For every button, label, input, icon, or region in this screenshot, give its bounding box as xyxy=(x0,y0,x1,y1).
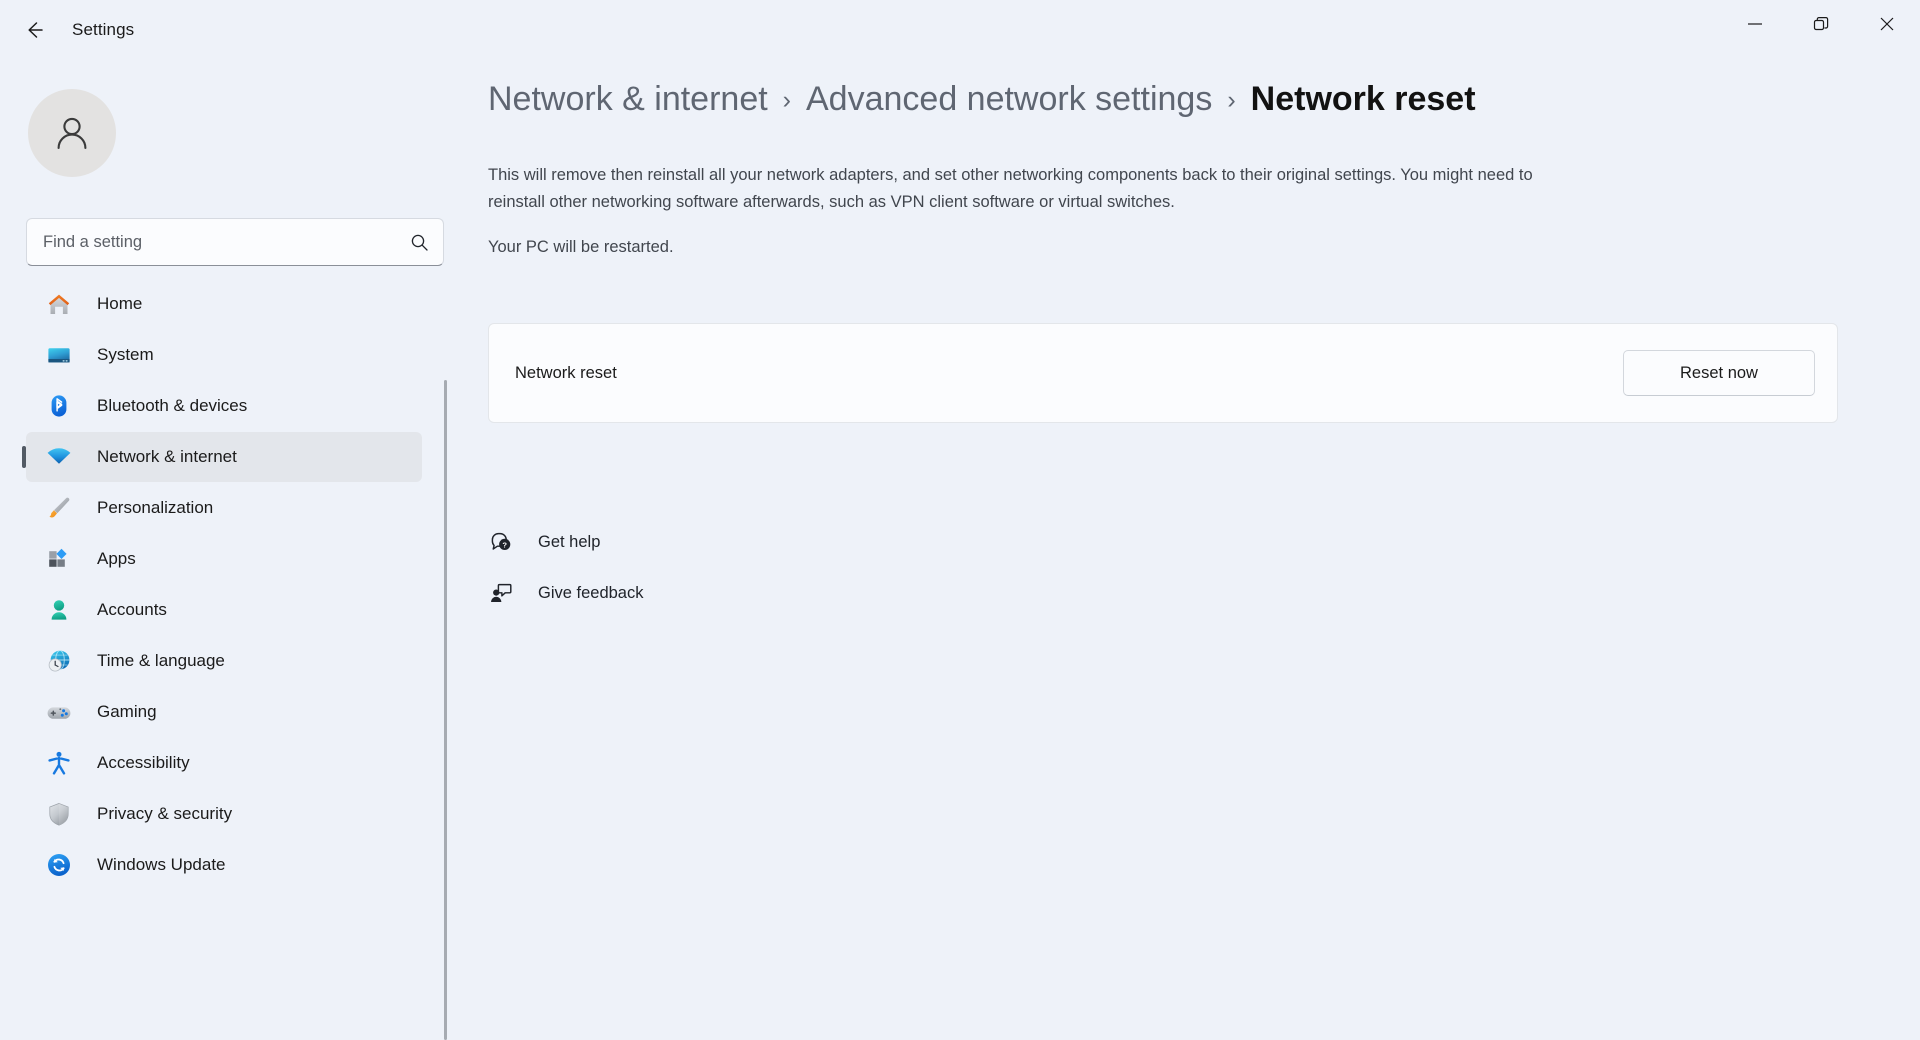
help-links: ? Get help Give feedback xyxy=(488,520,643,622)
sidebar-item-apps[interactable]: Apps xyxy=(26,534,422,584)
wifi-icon xyxy=(44,442,74,472)
paintbrush-icon xyxy=(44,493,74,523)
home-icon xyxy=(44,289,74,319)
restore-icon xyxy=(1813,17,1829,31)
user-avatar-icon xyxy=(57,117,87,150)
close-button[interactable] xyxy=(1854,0,1920,48)
breadcrumb-item-advanced-network-settings[interactable]: Advanced network settings xyxy=(806,80,1212,119)
get-help-link[interactable]: ? Get help xyxy=(488,520,643,564)
close-icon xyxy=(1880,17,1894,31)
help-question-bubble-icon: ? xyxy=(488,529,514,555)
avatar[interactable] xyxy=(28,89,116,177)
sidebar-item-label: Accounts xyxy=(97,600,167,619)
feedback-person-bubble-icon xyxy=(488,580,514,606)
system-icon xyxy=(44,340,74,370)
clock-globe-icon xyxy=(44,646,74,676)
breadcrumb-item-network-internet[interactable]: Network & internet xyxy=(488,80,768,119)
sidebar-item-label: Accessibility xyxy=(97,753,190,772)
title-bar: Settings xyxy=(0,0,1920,60)
back-arrow-icon xyxy=(28,22,43,38)
breadcrumb-item-network-reset: Network reset xyxy=(1250,80,1476,118)
sidebar-item-label: Apps xyxy=(97,549,136,568)
sidebar-item-label: Privacy & security xyxy=(97,804,233,823)
sidebar-item-system[interactable]: System xyxy=(26,330,422,380)
give-feedback-link[interactable]: Give feedback xyxy=(488,571,643,615)
sidebar-item-privacy-security[interactable]: Privacy & security xyxy=(26,789,422,839)
sidebar-item-time-language[interactable]: Time & language xyxy=(26,636,422,686)
sidebar-item-personalization[interactable]: Personalization xyxy=(26,483,422,533)
window-controls xyxy=(1722,0,1920,48)
sidebar-item-network-internet[interactable]: Network & internet xyxy=(26,432,422,482)
sidebar-item-home[interactable]: Home xyxy=(26,279,422,329)
sidebar-item-bluetooth-devices[interactable]: Bluetooth & devices xyxy=(26,381,422,431)
page-description-secondary: Your PC will be restarted. xyxy=(488,238,674,256)
sidebar-item-label: Personalization xyxy=(97,498,214,517)
gamepad-icon xyxy=(44,697,74,727)
sidebar-item-accounts[interactable]: Accounts xyxy=(26,585,422,635)
apps-icon xyxy=(44,544,74,574)
accessibility-icon xyxy=(44,748,74,778)
minimize-button[interactable] xyxy=(1722,0,1788,48)
main-content: Network & internet › Advanced network se… xyxy=(448,60,1920,1008)
sidebar-item-label: Home xyxy=(97,294,143,313)
sidebar-item-label: Bluetooth & devices xyxy=(97,396,248,415)
search-input[interactable] xyxy=(43,232,402,252)
breadcrumb-separator: › xyxy=(1227,86,1236,114)
search-icon xyxy=(410,233,429,252)
breadcrumb-separator: › xyxy=(782,86,791,114)
accounts-icon xyxy=(44,595,74,625)
sidebar-item-label: Time & language xyxy=(97,651,225,670)
sidebar-item-accessibility[interactable]: Accessibility xyxy=(26,738,422,788)
maximize-button[interactable] xyxy=(1788,0,1854,48)
link-label: Give feedback xyxy=(538,583,644,602)
search-box[interactable] xyxy=(26,218,444,266)
sidebar-scrollbar[interactable] xyxy=(444,380,447,1040)
shield-icon xyxy=(44,799,74,829)
sidebar-item-windows-update[interactable]: Windows Update xyxy=(26,840,422,890)
bluetooth-icon xyxy=(44,391,74,421)
reset-now-button[interactable]: Reset now xyxy=(1623,350,1815,396)
sidebar-item-label: Windows Update xyxy=(97,855,226,874)
sidebar: Home System xyxy=(0,60,448,1040)
network-reset-card: Network reset Reset now xyxy=(488,323,1838,423)
minimize-icon xyxy=(1748,23,1762,25)
card-label: Network reset xyxy=(515,363,617,382)
link-label: Get help xyxy=(538,532,601,551)
svg-text:?: ? xyxy=(502,541,507,550)
back-button[interactable] xyxy=(12,8,56,52)
sidebar-nav: Home System Bluetooth & devices Network … xyxy=(0,278,448,1008)
update-icon xyxy=(44,850,74,880)
sidebar-item-label: Network & internet xyxy=(97,447,237,466)
sidebar-item-label: Gaming xyxy=(97,702,157,721)
breadcrumb: Network & internet › Advanced network se… xyxy=(488,80,1476,119)
page-description: This will remove then reinstall all your… xyxy=(488,166,1533,211)
app-title: Settings xyxy=(72,20,135,39)
sidebar-item-gaming[interactable]: Gaming xyxy=(26,687,422,737)
sidebar-item-label: System xyxy=(97,345,154,364)
